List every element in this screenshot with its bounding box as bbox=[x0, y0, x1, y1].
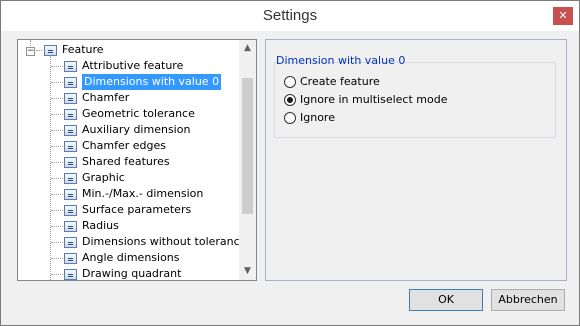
tree-item-label: Graphic bbox=[82, 171, 125, 184]
collapse-icon[interactable]: − bbox=[26, 47, 35, 56]
tree-item[interactable]: Auxiliary dimension bbox=[18, 122, 238, 138]
tree-item[interactable]: Drawing quadrant bbox=[18, 266, 238, 280]
tree-item-label: Min.-/Max.- dimension bbox=[82, 187, 204, 200]
setting-node-icon bbox=[64, 253, 77, 264]
tree-connector bbox=[36, 50, 42, 51]
radio-button[interactable] bbox=[284, 76, 296, 88]
tree-item[interactable]: Shared features bbox=[18, 154, 238, 170]
scroll-thumb[interactable] bbox=[242, 78, 253, 214]
tree-item-label: Drawing quadrant bbox=[82, 267, 182, 280]
close-icon: ✕ bbox=[558, 9, 568, 22]
tree-item[interactable]: Min.-/Max.- dimension bbox=[18, 186, 238, 202]
scroll-down-icon[interactable]: ▼ bbox=[239, 263, 256, 280]
radio-label: Create feature bbox=[300, 75, 380, 88]
setting-node-icon bbox=[64, 173, 77, 184]
tree-item-label: Attributive feature bbox=[82, 59, 184, 72]
title-bar: Settings ✕ bbox=[1, 1, 579, 31]
setting-node-icon bbox=[64, 61, 77, 72]
setting-node-icon bbox=[64, 269, 77, 280]
setting-node-icon bbox=[64, 125, 77, 136]
tree-item[interactable]: Dimensions without tolerance bbox=[18, 234, 239, 250]
cancel-button[interactable]: Abbrechen bbox=[491, 289, 565, 311]
tree-item-label: Dimensions with value 0 bbox=[82, 74, 222, 90]
setting-node-icon bbox=[64, 93, 77, 104]
tree-item[interactable]: Chamfer bbox=[18, 90, 238, 106]
tree-item-label: Chamfer bbox=[82, 91, 130, 104]
setting-node-icon bbox=[64, 205, 77, 216]
tree-root-row[interactable]: − Feature bbox=[18, 42, 238, 58]
setting-node-icon bbox=[64, 189, 77, 200]
tree-item[interactable]: Surface parameters bbox=[18, 202, 238, 218]
settings-tree[interactable]: − Feature Attributive feature Dimensions … bbox=[17, 39, 257, 281]
group-title: Dimension with value 0 bbox=[276, 54, 406, 67]
tree-item[interactable]: Geometric tolerance bbox=[18, 106, 238, 122]
ok-button[interactable]: OK bbox=[409, 289, 483, 311]
tree-root-label: Feature bbox=[62, 43, 104, 56]
tree-item-label: Shared features bbox=[82, 155, 170, 168]
radio-button[interactable] bbox=[284, 112, 296, 124]
tree-item-label: Geometric tolerance bbox=[82, 107, 195, 120]
feature-node-icon bbox=[44, 45, 57, 56]
setting-node-icon bbox=[64, 237, 77, 248]
tree-item[interactable]: Graphic bbox=[18, 170, 238, 186]
settings-dialog: Settings ✕ − Feature Attributive feature… bbox=[0, 0, 580, 326]
radio-button[interactable] bbox=[284, 94, 296, 106]
setting-node-icon bbox=[64, 221, 77, 232]
setting-node-icon bbox=[64, 109, 77, 120]
tree-item-label: Dimensions without tolerance bbox=[82, 235, 239, 248]
tree-item-label: Angle dimensions bbox=[82, 251, 180, 264]
radio-label: Ignore in multiselect mode bbox=[300, 93, 448, 106]
tree-item-label: Radius bbox=[82, 219, 119, 232]
tree-item[interactable]: Chamfer edges bbox=[18, 138, 238, 154]
setting-node-icon bbox=[64, 157, 77, 168]
tree-item[interactable]: Angle dimensions bbox=[18, 250, 238, 266]
tree-item[interactable]: Dimensions with value 0 bbox=[18, 74, 238, 90]
tree-scrollbar[interactable]: ▲ ▼ bbox=[239, 40, 256, 280]
setting-node-icon bbox=[64, 77, 77, 88]
tree-item[interactable]: Radius bbox=[18, 218, 238, 234]
dimension-options-group: Dimension with value 0 Create feature Ign… bbox=[265, 39, 567, 281]
setting-node-icon bbox=[64, 141, 77, 152]
tree-item-label: Surface parameters bbox=[82, 203, 192, 216]
close-button[interactable]: ✕ bbox=[553, 7, 573, 25]
tree-content: − Feature Attributive feature Dimensions … bbox=[18, 40, 239, 280]
tree-item[interactable]: Attributive feature bbox=[18, 58, 238, 74]
window-title: Settings bbox=[262, 7, 318, 24]
tree-item-label: Auxiliary dimension bbox=[82, 123, 191, 136]
radio-label: Ignore bbox=[300, 111, 335, 124]
tree-item-label: Chamfer edges bbox=[82, 139, 166, 152]
scroll-up-icon[interactable]: ▲ bbox=[239, 40, 256, 57]
